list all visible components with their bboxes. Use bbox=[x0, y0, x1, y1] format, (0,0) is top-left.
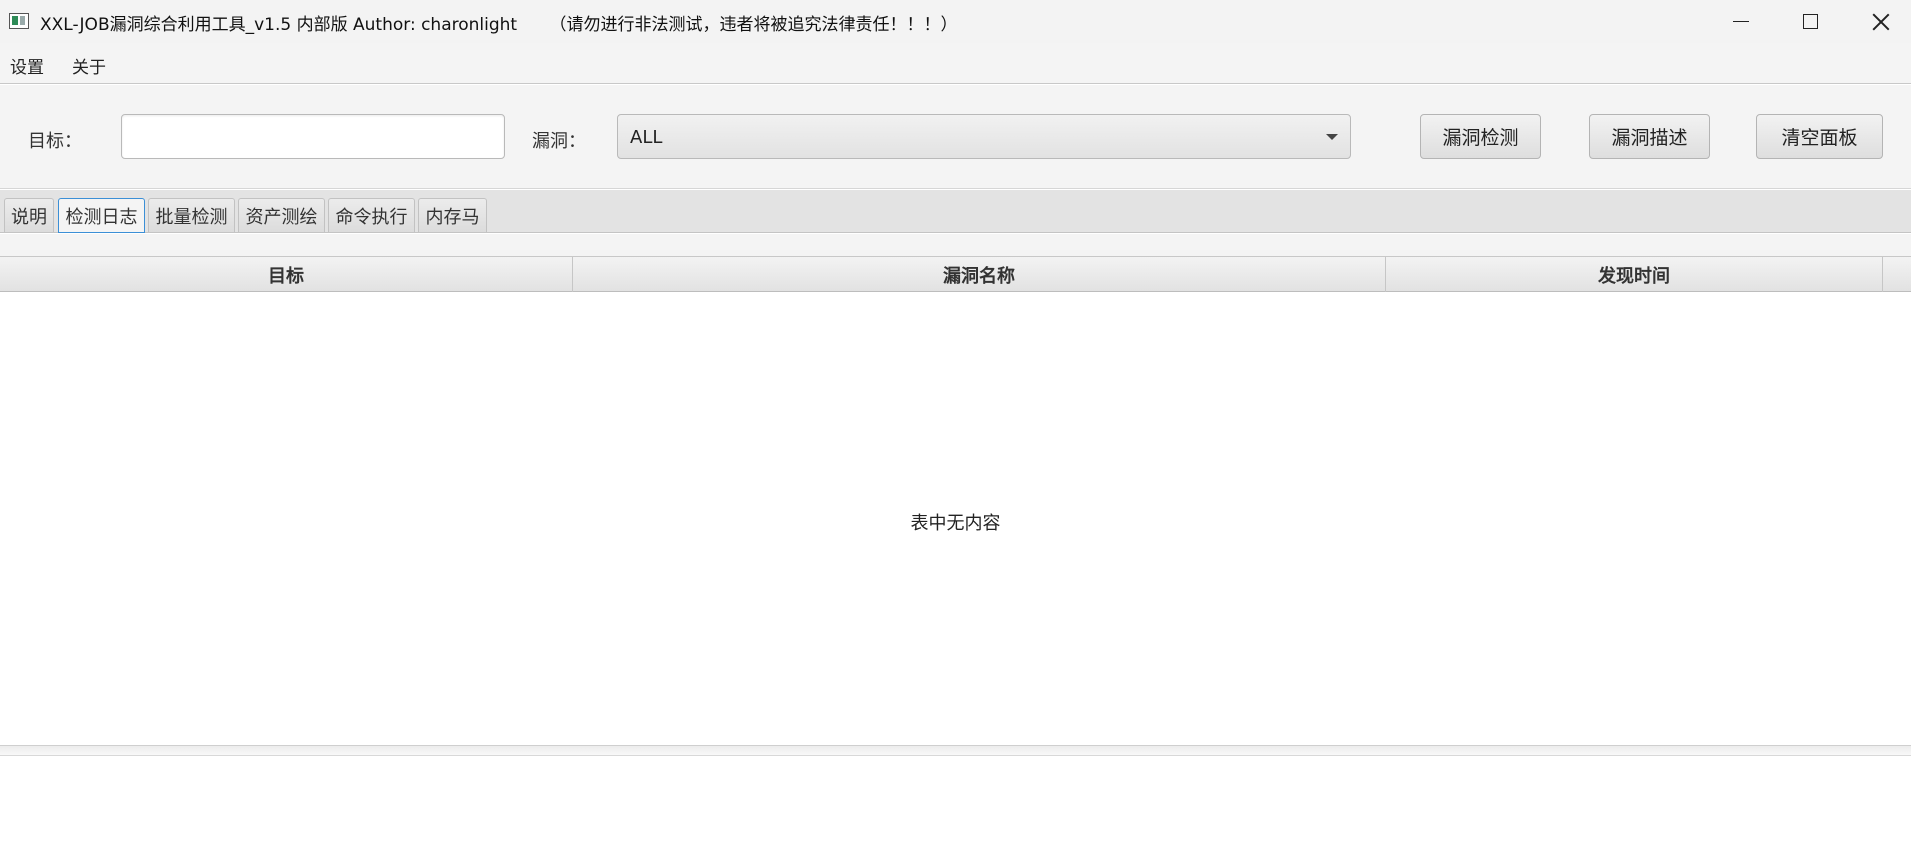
table-header: 目标 漏洞名称 发现时间 bbox=[0, 256, 1911, 292]
window-title: XXL-JOB漏洞综合利用工具_v1.5 内部版 Author: charonl… bbox=[40, 15, 958, 35]
tab-command-exec[interactable]: 命令执行 bbox=[328, 198, 415, 232]
table-body[interactable]: 表中无内容 bbox=[0, 292, 1911, 746]
log-output-area[interactable] bbox=[0, 757, 1911, 847]
column-header-target[interactable]: 目标 bbox=[0, 257, 573, 292]
column-header-vuln-name[interactable]: 漏洞名称 bbox=[573, 257, 1386, 292]
vuln-select-value: ALL bbox=[630, 127, 663, 148]
vuln-label: 漏洞： bbox=[532, 131, 586, 152]
tab-memory-shell[interactable]: 内存马 bbox=[418, 198, 487, 232]
target-label: 目标： bbox=[28, 131, 82, 152]
clear-panel-button[interactable]: 清空面板 bbox=[1756, 114, 1883, 159]
tab-instructions[interactable]: 说明 bbox=[4, 198, 54, 232]
title-bar: XXL-JOB漏洞综合利用工具_v1.5 内部版 Author: charonl… bbox=[0, 0, 1911, 43]
close-button[interactable] bbox=[1846, 0, 1911, 43]
empty-placeholder: 表中无内容 bbox=[910, 513, 1001, 534]
tab-strip: 说明 检测日志 批量检测 资产测绘 命令执行 内存马 bbox=[0, 190, 1911, 233]
table-gap bbox=[0, 234, 1911, 256]
menu-settings[interactable]: 设置 bbox=[10, 53, 44, 78]
minimize-button[interactable] bbox=[1706, 0, 1776, 43]
vuln-select[interactable]: ALL bbox=[617, 114, 1351, 159]
target-input[interactable] bbox=[121, 114, 505, 159]
toolbar: 目标： 漏洞： ALL 漏洞检测 漏洞描述 清空面板 bbox=[0, 85, 1911, 189]
app-icon bbox=[9, 13, 29, 29]
maximize-button[interactable] bbox=[1775, 0, 1845, 43]
vuln-check-button[interactable]: 漏洞检测 bbox=[1420, 114, 1541, 159]
close-icon bbox=[1872, 13, 1890, 31]
chevron-down-icon bbox=[1326, 134, 1338, 140]
maximize-icon bbox=[1802, 14, 1818, 29]
column-header-found-time[interactable]: 发现时间 bbox=[1386, 257, 1883, 292]
tab-detection-log[interactable]: 检测日志 bbox=[58, 198, 145, 233]
vuln-describe-button[interactable]: 漏洞描述 bbox=[1589, 114, 1710, 159]
menu-bar: 设置 关于 bbox=[0, 43, 1911, 84]
split-divider[interactable] bbox=[0, 746, 1911, 756]
tab-asset-mapping[interactable]: 资产测绘 bbox=[238, 198, 325, 232]
menu-about[interactable]: 关于 bbox=[72, 53, 106, 78]
minimize-icon bbox=[1733, 20, 1749, 23]
tab-batch-detection[interactable]: 批量检测 bbox=[148, 198, 235, 232]
